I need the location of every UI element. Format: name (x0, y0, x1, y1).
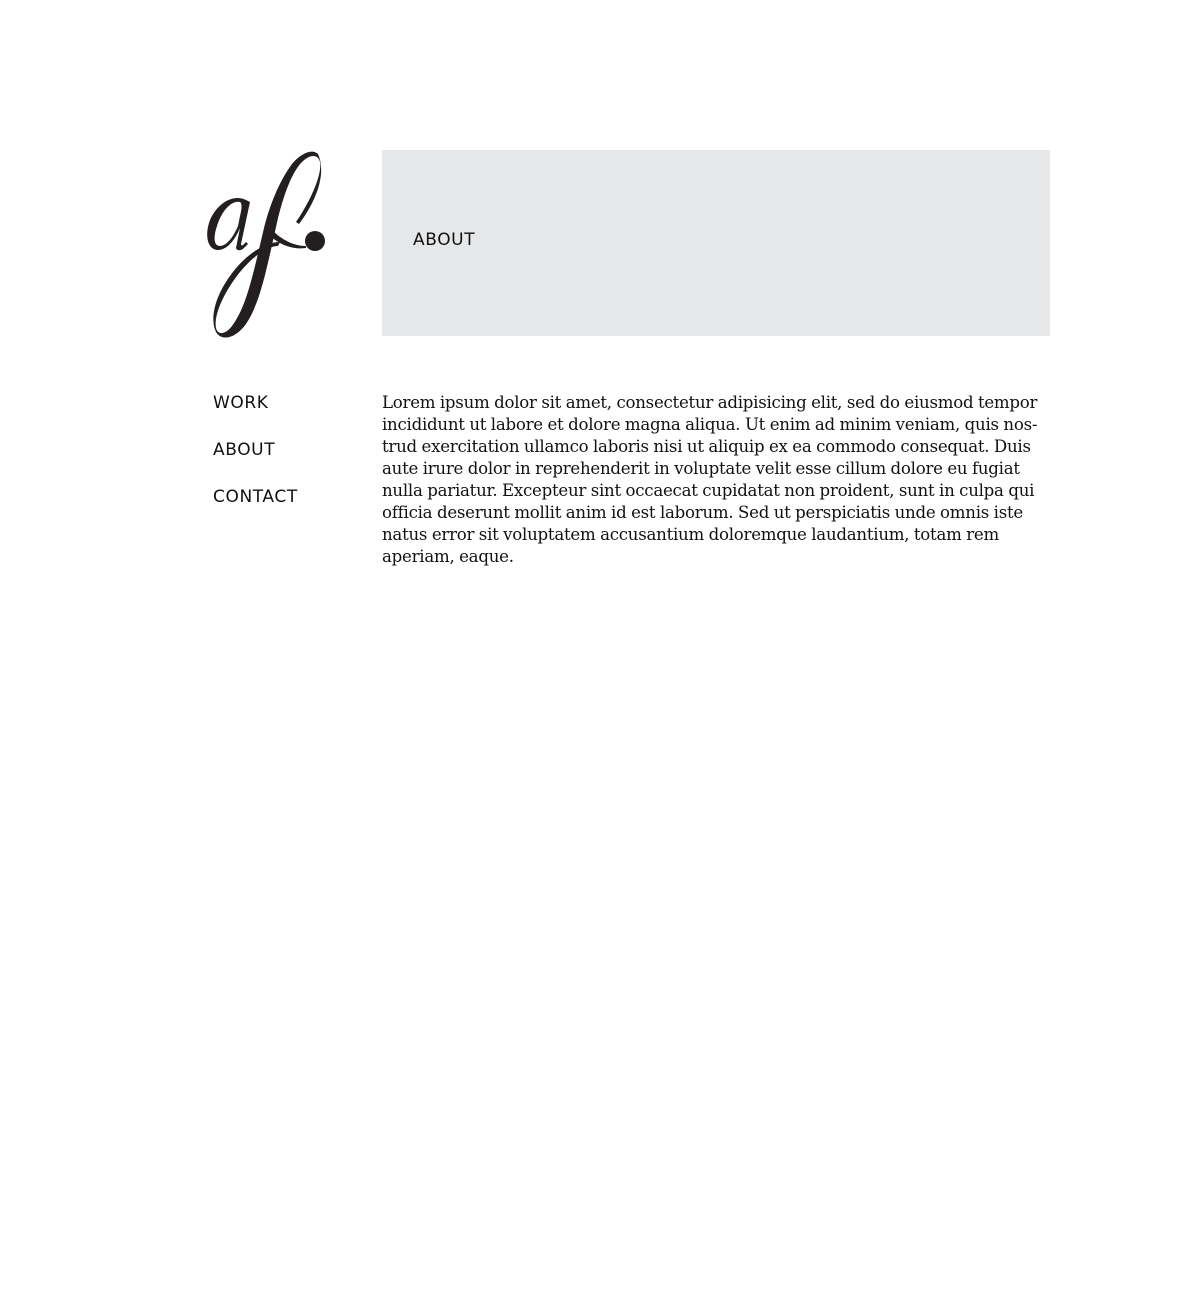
nav-item-contact: CONTACT (213, 486, 298, 508)
page-header-banner: ABOUT (382, 150, 1050, 336)
page-title: ABOUT (413, 230, 476, 250)
nav-link-work[interactable]: WORK (213, 393, 269, 413)
main-nav: WORK ABOUT CONTACT (213, 392, 298, 533)
brand-logo[interactable] (204, 150, 328, 338)
page: ABOUT WORK ABOUT CONTACT Lorem ipsum dol… (0, 0, 1200, 1299)
nav-link-contact[interactable]: CONTACT (213, 487, 298, 507)
nav-link-about[interactable]: ABOUT (213, 440, 275, 460)
about-paragraph: Lorem ipsum dolor sit amet, consectetur … (382, 393, 1038, 566)
brand-logo-icon (207, 151, 325, 338)
nav-item-about: ABOUT (213, 439, 298, 461)
nav-item-work: WORK (213, 392, 298, 414)
